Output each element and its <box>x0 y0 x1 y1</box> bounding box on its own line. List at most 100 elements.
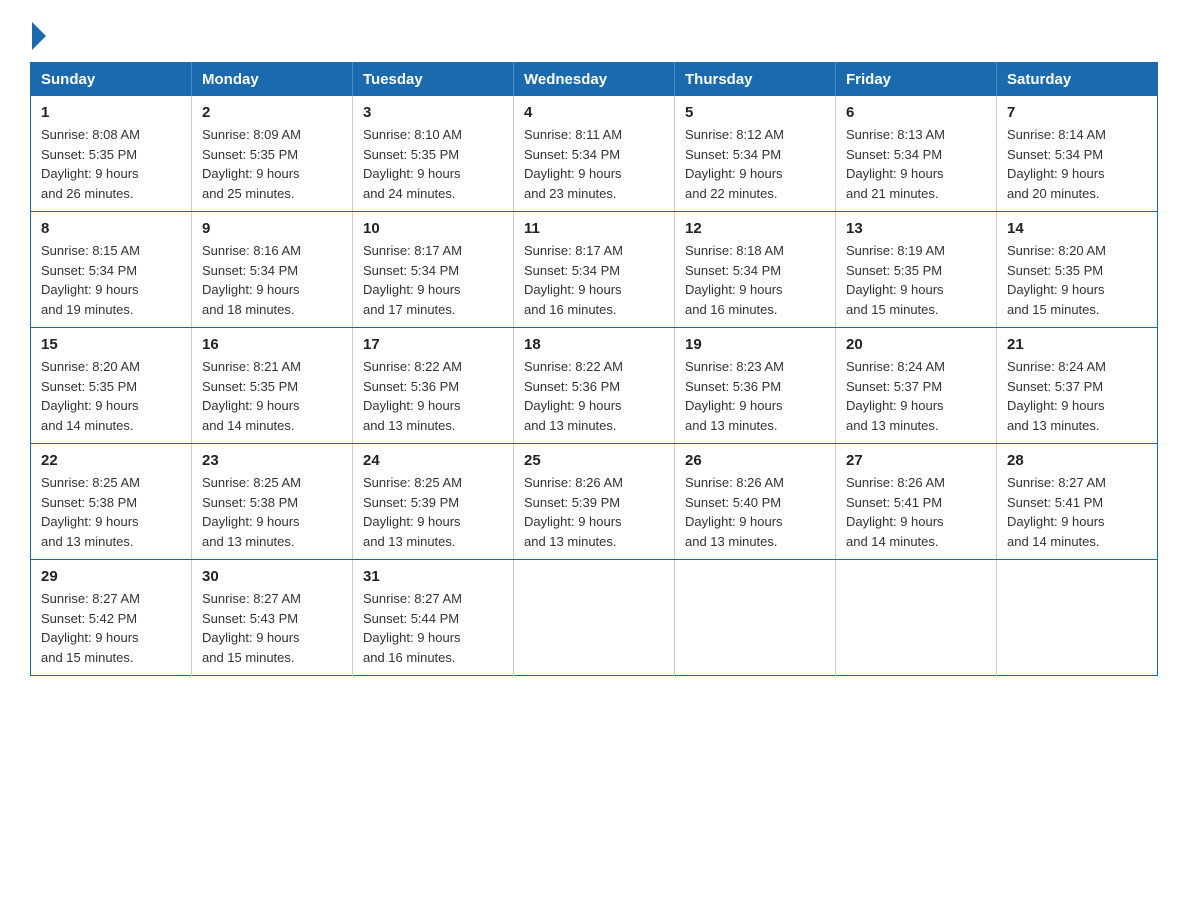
day-info: Sunrise: 8:22 AMSunset: 5:36 PMDaylight:… <box>363 359 462 433</box>
calendar-cell: 26 Sunrise: 8:26 AMSunset: 5:40 PMDaylig… <box>675 444 836 560</box>
calendar-cell: 19 Sunrise: 8:23 AMSunset: 5:36 PMDaylig… <box>675 328 836 444</box>
day-info: Sunrise: 8:11 AMSunset: 5:34 PMDaylight:… <box>524 127 622 201</box>
calendar-cell: 31 Sunrise: 8:27 AMSunset: 5:44 PMDaylig… <box>353 560 514 676</box>
day-info: Sunrise: 8:25 AMSunset: 5:38 PMDaylight:… <box>202 475 301 549</box>
day-info: Sunrise: 8:26 AMSunset: 5:41 PMDaylight:… <box>846 475 945 549</box>
day-info: Sunrise: 8:13 AMSunset: 5:34 PMDaylight:… <box>846 127 945 201</box>
day-info: Sunrise: 8:08 AMSunset: 5:35 PMDaylight:… <box>41 127 140 201</box>
calendar-cell: 4 Sunrise: 8:11 AMSunset: 5:34 PMDayligh… <box>514 96 675 212</box>
day-number: 19 <box>685 336 825 353</box>
day-number: 10 <box>363 220 503 237</box>
day-number: 22 <box>41 452 181 469</box>
day-number: 7 <box>1007 104 1147 121</box>
calendar-cell: 9 Sunrise: 8:16 AMSunset: 5:34 PMDayligh… <box>192 212 353 328</box>
page-header <box>30 20 1158 42</box>
day-info: Sunrise: 8:27 AMSunset: 5:41 PMDaylight:… <box>1007 475 1106 549</box>
day-number: 29 <box>41 568 181 585</box>
calendar-cell: 5 Sunrise: 8:12 AMSunset: 5:34 PMDayligh… <box>675 96 836 212</box>
day-info: Sunrise: 8:09 AMSunset: 5:35 PMDaylight:… <box>202 127 301 201</box>
day-info: Sunrise: 8:17 AMSunset: 5:34 PMDaylight:… <box>524 243 623 317</box>
header-friday: Friday <box>836 63 997 97</box>
day-number: 11 <box>524 220 664 237</box>
header-sunday: Sunday <box>31 63 192 97</box>
calendar-cell: 8 Sunrise: 8:15 AMSunset: 5:34 PMDayligh… <box>31 212 192 328</box>
calendar-cell: 12 Sunrise: 8:18 AMSunset: 5:34 PMDaylig… <box>675 212 836 328</box>
calendar-table: SundayMondayTuesdayWednesdayThursdayFrid… <box>30 62 1158 676</box>
day-number: 12 <box>685 220 825 237</box>
header-thursday: Thursday <box>675 63 836 97</box>
day-number: 8 <box>41 220 181 237</box>
calendar-cell: 15 Sunrise: 8:20 AMSunset: 5:35 PMDaylig… <box>31 328 192 444</box>
calendar-cell: 3 Sunrise: 8:10 AMSunset: 5:35 PMDayligh… <box>353 96 514 212</box>
day-number: 24 <box>363 452 503 469</box>
day-info: Sunrise: 8:18 AMSunset: 5:34 PMDaylight:… <box>685 243 784 317</box>
day-info: Sunrise: 8:20 AMSunset: 5:35 PMDaylight:… <box>1007 243 1106 317</box>
week-row-3: 15 Sunrise: 8:20 AMSunset: 5:35 PMDaylig… <box>31 328 1158 444</box>
day-info: Sunrise: 8:19 AMSunset: 5:35 PMDaylight:… <box>846 243 945 317</box>
calendar-header-row: SundayMondayTuesdayWednesdayThursdayFrid… <box>31 63 1158 97</box>
day-number: 23 <box>202 452 342 469</box>
day-info: Sunrise: 8:27 AMSunset: 5:44 PMDaylight:… <box>363 591 462 665</box>
day-number: 28 <box>1007 452 1147 469</box>
day-number: 31 <box>363 568 503 585</box>
calendar-cell: 1 Sunrise: 8:08 AMSunset: 5:35 PMDayligh… <box>31 96 192 212</box>
day-number: 4 <box>524 104 664 121</box>
day-info: Sunrise: 8:16 AMSunset: 5:34 PMDaylight:… <box>202 243 301 317</box>
calendar-cell: 13 Sunrise: 8:19 AMSunset: 5:35 PMDaylig… <box>836 212 997 328</box>
day-number: 17 <box>363 336 503 353</box>
calendar-cell: 24 Sunrise: 8:25 AMSunset: 5:39 PMDaylig… <box>353 444 514 560</box>
calendar-cell <box>514 560 675 676</box>
header-tuesday: Tuesday <box>353 63 514 97</box>
day-info: Sunrise: 8:12 AMSunset: 5:34 PMDaylight:… <box>685 127 784 201</box>
day-number: 26 <box>685 452 825 469</box>
week-row-1: 1 Sunrise: 8:08 AMSunset: 5:35 PMDayligh… <box>31 96 1158 212</box>
day-info: Sunrise: 8:24 AMSunset: 5:37 PMDaylight:… <box>1007 359 1106 433</box>
day-info: Sunrise: 8:27 AMSunset: 5:43 PMDaylight:… <box>202 591 301 665</box>
day-number: 20 <box>846 336 986 353</box>
calendar-cell: 28 Sunrise: 8:27 AMSunset: 5:41 PMDaylig… <box>997 444 1158 560</box>
calendar-cell: 7 Sunrise: 8:14 AMSunset: 5:34 PMDayligh… <box>997 96 1158 212</box>
day-info: Sunrise: 8:14 AMSunset: 5:34 PMDaylight:… <box>1007 127 1106 201</box>
day-info: Sunrise: 8:23 AMSunset: 5:36 PMDaylight:… <box>685 359 784 433</box>
day-info: Sunrise: 8:10 AMSunset: 5:35 PMDaylight:… <box>363 127 462 201</box>
header-wednesday: Wednesday <box>514 63 675 97</box>
calendar-cell: 14 Sunrise: 8:20 AMSunset: 5:35 PMDaylig… <box>997 212 1158 328</box>
logo <box>30 20 46 42</box>
calendar-cell: 27 Sunrise: 8:26 AMSunset: 5:41 PMDaylig… <box>836 444 997 560</box>
day-number: 13 <box>846 220 986 237</box>
day-number: 6 <box>846 104 986 121</box>
day-info: Sunrise: 8:21 AMSunset: 5:35 PMDaylight:… <box>202 359 301 433</box>
day-number: 27 <box>846 452 986 469</box>
calendar-cell: 18 Sunrise: 8:22 AMSunset: 5:36 PMDaylig… <box>514 328 675 444</box>
day-info: Sunrise: 8:20 AMSunset: 5:35 PMDaylight:… <box>41 359 140 433</box>
header-monday: Monday <box>192 63 353 97</box>
day-number: 25 <box>524 452 664 469</box>
day-number: 3 <box>363 104 503 121</box>
calendar-cell: 6 Sunrise: 8:13 AMSunset: 5:34 PMDayligh… <box>836 96 997 212</box>
calendar-cell <box>675 560 836 676</box>
calendar-cell: 22 Sunrise: 8:25 AMSunset: 5:38 PMDaylig… <box>31 444 192 560</box>
day-number: 9 <box>202 220 342 237</box>
logo-arrow-icon <box>32 22 46 50</box>
day-info: Sunrise: 8:25 AMSunset: 5:39 PMDaylight:… <box>363 475 462 549</box>
day-number: 16 <box>202 336 342 353</box>
calendar-cell: 25 Sunrise: 8:26 AMSunset: 5:39 PMDaylig… <box>514 444 675 560</box>
calendar-cell: 30 Sunrise: 8:27 AMSunset: 5:43 PMDaylig… <box>192 560 353 676</box>
day-number: 5 <box>685 104 825 121</box>
day-number: 18 <box>524 336 664 353</box>
day-number: 14 <box>1007 220 1147 237</box>
calendar-cell: 10 Sunrise: 8:17 AMSunset: 5:34 PMDaylig… <box>353 212 514 328</box>
day-info: Sunrise: 8:24 AMSunset: 5:37 PMDaylight:… <box>846 359 945 433</box>
day-info: Sunrise: 8:27 AMSunset: 5:42 PMDaylight:… <box>41 591 140 665</box>
day-info: Sunrise: 8:26 AMSunset: 5:39 PMDaylight:… <box>524 475 623 549</box>
day-info: Sunrise: 8:17 AMSunset: 5:34 PMDaylight:… <box>363 243 462 317</box>
day-info: Sunrise: 8:26 AMSunset: 5:40 PMDaylight:… <box>685 475 784 549</box>
day-number: 2 <box>202 104 342 121</box>
calendar-cell: 20 Sunrise: 8:24 AMSunset: 5:37 PMDaylig… <box>836 328 997 444</box>
calendar-cell: 2 Sunrise: 8:09 AMSunset: 5:35 PMDayligh… <box>192 96 353 212</box>
day-number: 1 <box>41 104 181 121</box>
day-info: Sunrise: 8:15 AMSunset: 5:34 PMDaylight:… <box>41 243 140 317</box>
header-saturday: Saturday <box>997 63 1158 97</box>
day-number: 15 <box>41 336 181 353</box>
calendar-cell: 17 Sunrise: 8:22 AMSunset: 5:36 PMDaylig… <box>353 328 514 444</box>
